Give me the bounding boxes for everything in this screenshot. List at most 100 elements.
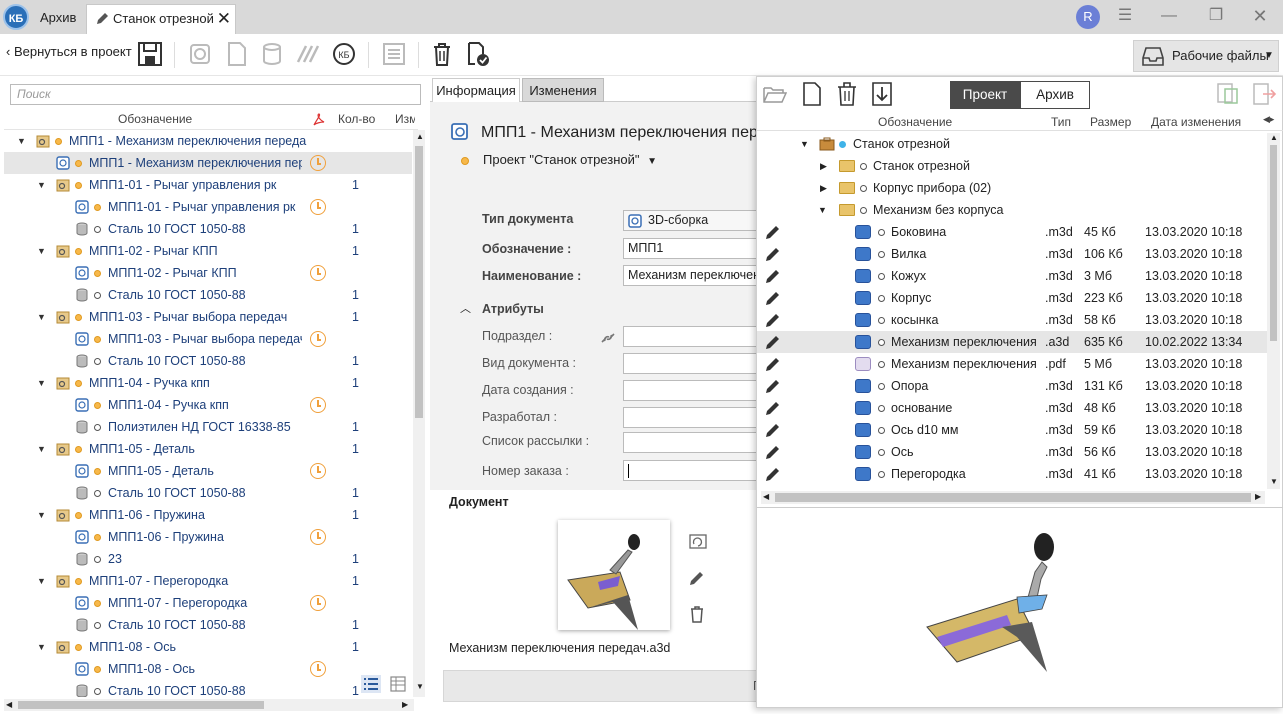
tree-row[interactable]: МПП1-04 - Ручка кпп — [4, 394, 412, 416]
restore-icon[interactable]: ❐ — [1204, 5, 1228, 29]
file-row[interactable]: Опора .m3d 131 Кб 13.03.2020 10:18 — [757, 375, 1267, 397]
root-row[interactable]: ▼ Станок отрезной — [757, 133, 1267, 155]
work-files-button[interactable]: Рабочие файлы ▼ — [1133, 40, 1279, 72]
file-row[interactable]: основание .m3d 48 Кб 13.03.2020 10:18 — [757, 397, 1267, 419]
tree-row[interactable]: МПП1-02 - Рычаг КПП — [4, 262, 412, 284]
kompas-icon[interactable]: КБ — [330, 40, 358, 68]
list-view-icon[interactable] — [361, 675, 381, 693]
tree-scrollbar[interactable]: ▲ ▼ — [413, 130, 425, 697]
tree-row[interactable]: МПП1-06 - Пружина — [4, 526, 412, 548]
expand-arrow-icon[interactable]: ▼ — [37, 306, 46, 328]
files-hscrollbar[interactable]: ◀ ▶ — [761, 491, 1265, 504]
expand-arrow-icon[interactable]: ▼ — [800, 133, 809, 155]
expand-arrow-icon[interactable]: ▼ — [818, 199, 827, 221]
add-model-icon[interactable] — [186, 40, 214, 68]
clock-icon[interactable] — [310, 397, 326, 413]
user-avatar[interactable]: R — [1076, 5, 1100, 29]
expand-arrow-icon[interactable]: ▼ — [17, 130, 26, 152]
new-file-icon[interactable] — [802, 81, 822, 107]
file-row[interactable]: Вилка .m3d 106 Кб 13.03.2020 10:18 — [757, 243, 1267, 265]
expand-arrow-icon[interactable]: ▶ — [820, 177, 827, 199]
edit-icon[interactable] — [765, 400, 781, 416]
edit-icon[interactable] — [765, 334, 781, 350]
refresh-preview-icon[interactable] — [688, 532, 708, 550]
file-row[interactable]: Перегородка .m3d 41 Кб 13.03.2020 10:18 — [757, 463, 1267, 485]
attr-mailing-field[interactable] — [623, 432, 763, 453]
scroll-up-icon[interactable]: ▲ — [416, 132, 424, 141]
tree-row[interactable]: ▼ МПП1-03 - Рычаг выбора передач 1 — [4, 306, 412, 328]
doc-type-field[interactable]: 3D-сборка — [623, 210, 763, 231]
designation-field[interactable]: МПП1 — [623, 238, 763, 259]
expand-arrow-icon[interactable]: ▼ — [37, 504, 46, 526]
folder-row[interactable]: ▼ Механизм без корпуса — [757, 199, 1267, 221]
scroll-thumb[interactable] — [415, 146, 423, 418]
check-document-icon[interactable] — [463, 40, 491, 68]
tree-row[interactable]: МПП1-01 - Рычаг управления рк — [4, 196, 412, 218]
column-change[interactable]: Изм — [395, 112, 415, 126]
clock-icon[interactable] — [310, 199, 326, 215]
file-row[interactable]: Кожух .m3d 3 Мб 13.03.2020 10:18 — [757, 265, 1267, 287]
tree-row[interactable]: Сталь 10 ГОСТ 1050-88 1 — [4, 284, 412, 306]
scroll-right-icon[interactable]: ▶ — [402, 700, 408, 709]
tab-stanok[interactable]: Станок отрезной ✕ — [86, 4, 236, 34]
scroll-left-icon[interactable]: ◀ — [6, 700, 12, 709]
files-scrollbar[interactable]: ▲ ▼ — [1267, 133, 1280, 489]
tab-archive[interactable]: Архив — [32, 4, 86, 34]
column-designation[interactable]: Обозначение — [118, 112, 192, 126]
expand-arrow-icon[interactable]: ▶ — [820, 155, 827, 177]
edit-icon[interactable] — [765, 224, 781, 240]
document-thumbnail[interactable] — [558, 520, 670, 630]
tree-hscrollbar[interactable]: ◀ ▶ — [4, 699, 414, 711]
name-field[interactable]: Механизм переключен — [623, 265, 763, 286]
edit-icon[interactable] — [688, 569, 706, 587]
tree-row[interactable]: ▼ МПП1-04 - Ручка кпп 1 — [4, 372, 412, 394]
folder-row[interactable]: ▶ Корпус прибора (02) — [757, 177, 1267, 199]
edit-icon[interactable] — [765, 312, 781, 328]
clock-icon[interactable] — [310, 463, 326, 479]
tree-row[interactable]: Сталь 10 ГОСТ 1050-88 1 — [4, 350, 412, 372]
tab-changes[interactable]: Изменения — [522, 78, 604, 102]
tree-row[interactable]: ▼ МПП1-02 - Рычаг КПП 1 — [4, 240, 412, 262]
tree-row[interactable]: МПП1-07 - Перегородка — [4, 592, 412, 614]
expand-arrow-icon[interactable]: ▼ — [37, 570, 46, 592]
delete-document-icon[interactable] — [689, 605, 705, 623]
export-icon[interactable] — [1251, 81, 1277, 107]
tab-information[interactable]: Информация — [432, 78, 520, 102]
clock-icon[interactable] — [310, 331, 326, 347]
folder-row[interactable]: ▶ Станок отрезной — [757, 155, 1267, 177]
material-icon[interactable] — [258, 40, 286, 68]
column-qty[interactable]: Кол-во — [338, 112, 376, 126]
expand-arrow-icon[interactable]: ▼ — [37, 438, 46, 460]
tab-archive-files[interactable]: Архив — [1020, 81, 1090, 109]
edit-icon[interactable] — [765, 356, 781, 372]
save-icon[interactable] — [136, 40, 164, 68]
edit-icon[interactable] — [765, 466, 781, 482]
scroll-thumb[interactable] — [1270, 145, 1277, 341]
scroll-down-icon[interactable]: ▼ — [1270, 477, 1278, 486]
file-row[interactable]: Корпус .m3d 223 Кб 13.03.2020 10:18 — [757, 287, 1267, 309]
collapse-attributes-icon[interactable]: ︿ — [460, 300, 471, 316]
search-input[interactable]: Поиск — [10, 84, 421, 105]
scroll-up-icon[interactable]: ▲ — [1270, 133, 1278, 142]
tree-row[interactable]: МПП1-08 - Ось — [4, 658, 412, 680]
back-to-project-button[interactable]: ‹ Вернуться в проект — [6, 44, 132, 59]
tree-row[interactable]: Сталь 10 ГОСТ 1050-88 1 — [4, 614, 412, 636]
attr-order-field[interactable] — [623, 460, 763, 481]
file-row[interactable]: Механизм переключения .a3d 635 Кб 10.02.202… — [757, 331, 1267, 353]
edit-icon[interactable] — [765, 444, 781, 460]
tree-row[interactable]: МПП1-05 - Деталь — [4, 460, 412, 482]
hscroll-thumb[interactable] — [775, 493, 1251, 502]
minimize-icon[interactable]: — — [1157, 5, 1181, 29]
download-icon[interactable] — [871, 81, 893, 107]
tree-row[interactable]: 23 1 — [4, 548, 412, 570]
open-folder-icon[interactable] — [763, 83, 787, 105]
tree-row[interactable]: МПП1-03 - Рычаг выбора передач — [4, 328, 412, 350]
new-document-icon[interactable] — [222, 40, 250, 68]
column-date[interactable]: Дата изменения — [1151, 115, 1241, 129]
materials-icon[interactable] — [294, 40, 322, 68]
file-row[interactable]: Ось d10 мм .m3d 59 Кб 13.03.2020 10:18 — [757, 419, 1267, 441]
column-type[interactable]: Тип — [1051, 115, 1071, 129]
column-size[interactable]: Размер — [1090, 115, 1131, 129]
attr-doc-kind-field[interactable] — [623, 353, 763, 374]
tree-row[interactable]: Сталь 10 ГОСТ 1050-88 1 — [4, 482, 412, 504]
